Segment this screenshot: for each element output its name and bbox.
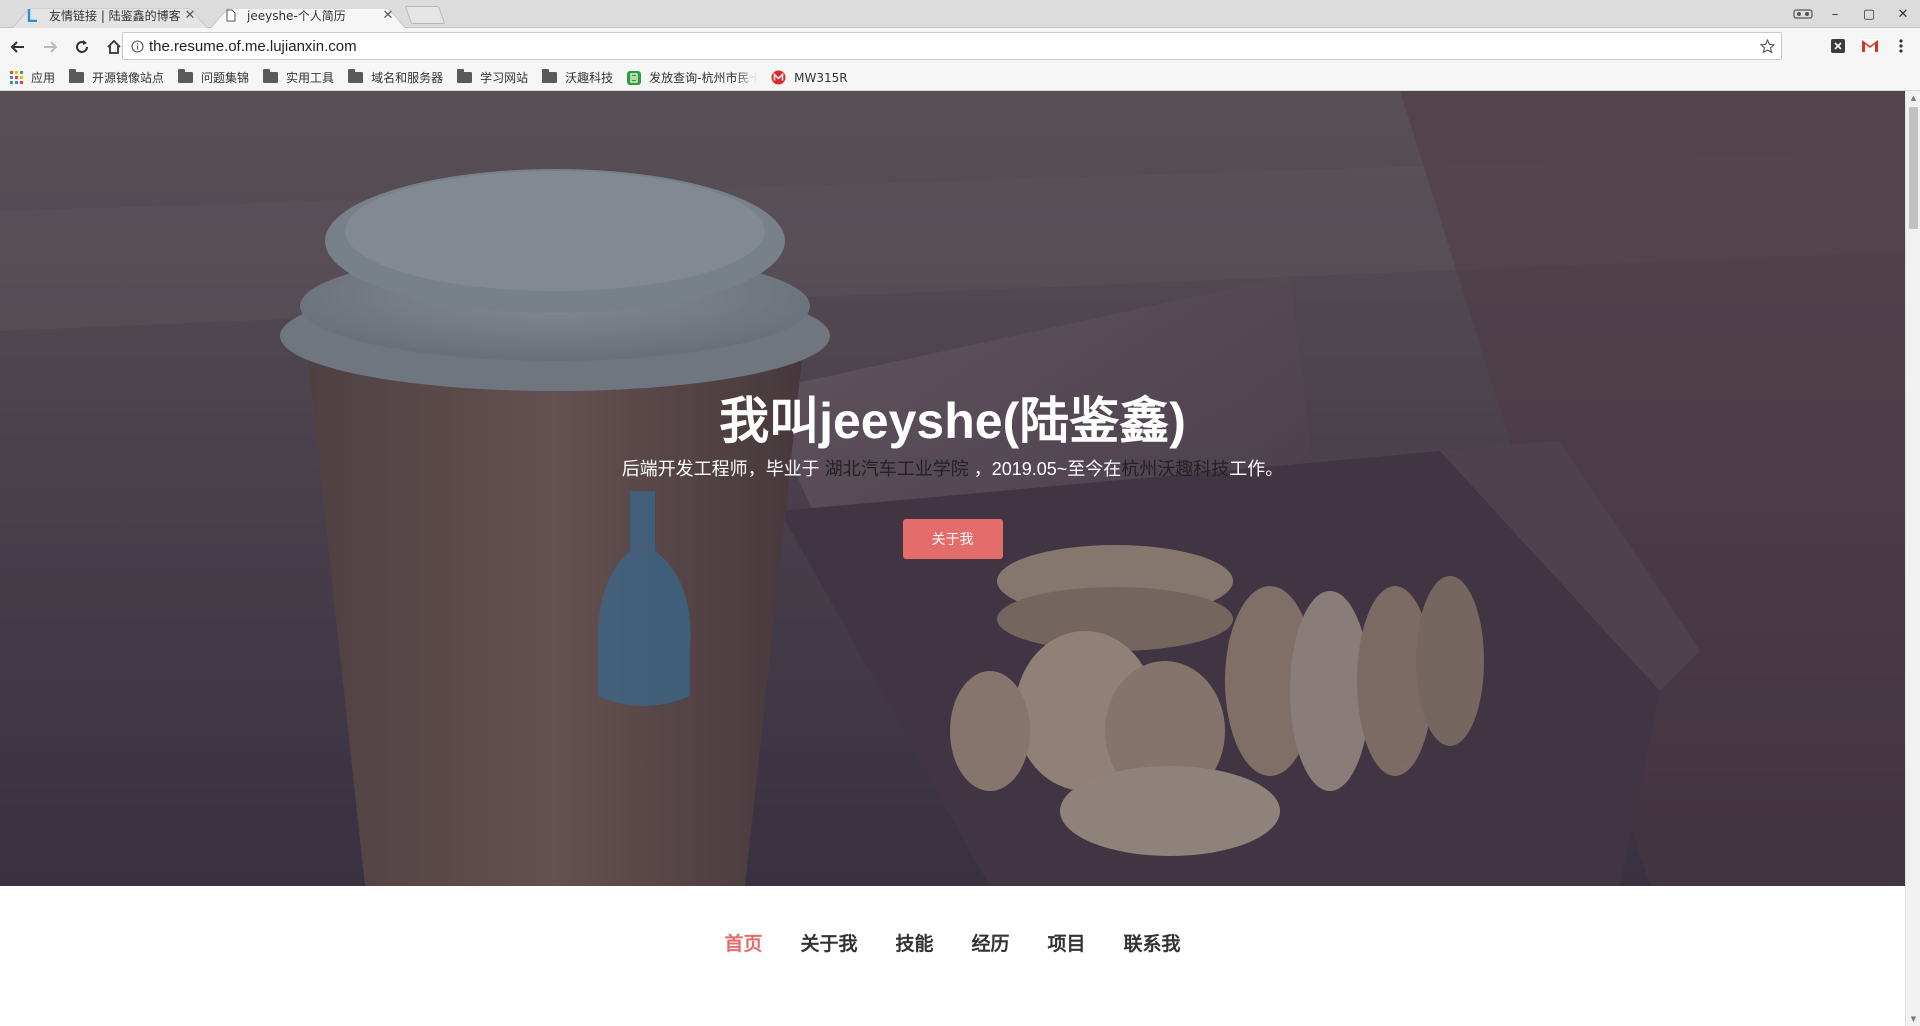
bookmark-label: 学习网站 xyxy=(480,71,529,85)
bookmark-folder-tools[interactable]: 实用工具 xyxy=(263,67,334,89)
bookmark-apps[interactable]: 应用 xyxy=(10,67,55,89)
tab-title: 友情链接 | 陆鉴鑫的博客 xyxy=(49,8,181,23)
tab-close-icon[interactable]: ✕ xyxy=(380,7,396,23)
new-tab-button[interactable] xyxy=(404,6,446,24)
bookmark-label: 实用工具 xyxy=(286,71,335,85)
menu-kebab-icon[interactable] xyxy=(1889,34,1913,58)
blog-l-icon xyxy=(26,8,40,22)
apps-grid-icon xyxy=(10,71,23,84)
bookmark-label: 发放查询-杭州市民卡 xyxy=(649,71,758,85)
green-app-icon xyxy=(627,70,642,85)
nav-item-skills[interactable]: 技能 xyxy=(895,929,933,956)
scroll-up-arrow-icon[interactable]: ▲ xyxy=(1906,91,1920,105)
bookmark-folder-issues[interactable]: 问题集锦 xyxy=(178,67,249,89)
nav-item-experience[interactable]: 经历 xyxy=(972,929,1010,956)
folder-icon xyxy=(542,69,558,83)
subtitle-middle: ，2019.05~至今在 xyxy=(973,459,1122,479)
close-window-icon[interactable]: ✕ xyxy=(1886,0,1920,28)
forward-button[interactable] xyxy=(36,33,64,61)
bookmark-folder-mirrors[interactable]: 开源镜像站点 xyxy=(69,67,164,89)
subtitle-suffix: 工作。 xyxy=(1229,459,1284,479)
bookmark-folder-domains[interactable]: 域名和服务器 xyxy=(348,67,443,89)
bookmarks-bar: 应用 开源镜像站点 问题集锦 实用工具 域名和服务器 学习网站 沃趣科技 发放查… xyxy=(0,65,1920,91)
reload-icon xyxy=(76,39,88,53)
nav-item-home[interactable]: 首页 xyxy=(724,929,762,956)
reload-button[interactable] xyxy=(68,33,96,61)
home-icon xyxy=(107,39,121,54)
forward-arrow-icon xyxy=(44,40,58,53)
bookmark-citizen-card[interactable]: 发放查询-杭州市民卡 xyxy=(627,67,757,89)
nav-item-about[interactable]: 关于我 xyxy=(800,929,857,956)
folder-icon xyxy=(69,69,85,83)
scroll-down-arrow-icon[interactable]: ▼ xyxy=(1906,1012,1920,1026)
nav-item-projects[interactable]: 项目 xyxy=(1048,929,1086,956)
maximize-icon[interactable]: ▢ xyxy=(1852,0,1886,28)
company-link[interactable]: 杭州沃趣科技 xyxy=(1121,459,1229,479)
tab-close-icon[interactable]: ✕ xyxy=(182,7,198,23)
bookmark-label: MW315R xyxy=(794,70,848,85)
address-bar[interactable] xyxy=(122,32,1782,60)
bookmark-label: 应用 xyxy=(31,71,56,85)
incognito-profile-icon[interactable] xyxy=(1788,0,1818,28)
folder-icon xyxy=(348,69,364,83)
tab-title: jeeyshe-个人简历 xyxy=(247,8,346,23)
back-arrow-icon xyxy=(10,40,24,53)
window-controls: – ▢ ✕ xyxy=(1788,0,1920,28)
page-scrollbar[interactable]: ▲ ▼ xyxy=(1905,91,1920,1026)
folder-icon xyxy=(457,69,473,83)
bookmark-label: 开源镜像站点 xyxy=(92,71,165,85)
hero-subtitle: 后端开发工程师，毕业于 湖北汽车工业学院 ，2019.05~至今在杭州沃趣科技工… xyxy=(0,455,1905,481)
browser-toolbar xyxy=(0,28,1920,65)
mercury-router-icon xyxy=(771,70,786,85)
tab-resume[interactable]: jeeyshe-个人简历 ✕ xyxy=(210,2,406,28)
bookmark-folder-learning[interactable]: 学习网站 xyxy=(457,67,528,89)
url-input[interactable] xyxy=(149,37,1753,55)
scrollbar-thumb[interactable] xyxy=(1909,107,1918,229)
folder-icon xyxy=(178,69,194,83)
extension-x-icon[interactable] xyxy=(1826,34,1850,58)
hero-title: 我叫jeeyshe(陆鉴鑫) xyxy=(719,393,1186,449)
bookmark-label: 域名和服务器 xyxy=(371,71,444,85)
page-icon xyxy=(224,8,238,22)
site-info-icon[interactable] xyxy=(125,39,149,53)
tab-blog-links[interactable]: 友情链接 | 陆鉴鑫的博客 ✕ xyxy=(12,2,208,28)
minimize-icon[interactable]: – xyxy=(1818,0,1852,28)
page-viewport: 我叫jeeyshe(陆鉴鑫) 后端开发工程师，毕业于 湖北汽车工业学院 ，201… xyxy=(0,91,1905,1026)
folder-icon xyxy=(263,69,279,83)
gmail-icon[interactable] xyxy=(1858,34,1882,58)
hero-content: 我叫jeeyshe(陆鉴鑫) 后端开发工程师，毕业于 湖北汽车工业学院 ，201… xyxy=(0,391,1905,559)
about-me-button[interactable]: 关于我 xyxy=(902,519,1003,559)
site-navigation: 首页 关于我 技能 经历 项目 联系我 xyxy=(0,929,1905,956)
bookmark-folder-woqu[interactable]: 沃趣科技 xyxy=(542,67,613,89)
browser-tab-strip: 友情链接 | 陆鉴鑫的博客 ✕ jeeyshe-个人简历 ✕ – ▢ ✕ xyxy=(0,0,1920,28)
school-link[interactable]: 湖北汽车工业学院 xyxy=(825,459,969,479)
bookmark-star-icon[interactable] xyxy=(1753,38,1781,54)
back-button[interactable] xyxy=(4,33,32,61)
subtitle-prefix: 后端开发工程师，毕业于 xyxy=(621,459,820,479)
bookmark-label: 问题集锦 xyxy=(201,71,250,85)
bookmark-router[interactable]: MW315R xyxy=(771,67,848,89)
bookmark-label: 沃趣科技 xyxy=(565,71,614,85)
hero-section: 我叫jeeyshe(陆鉴鑫) 后端开发工程师，毕业于 湖北汽车工业学院 ，201… xyxy=(0,91,1905,886)
nav-item-contact[interactable]: 联系我 xyxy=(1124,929,1181,956)
